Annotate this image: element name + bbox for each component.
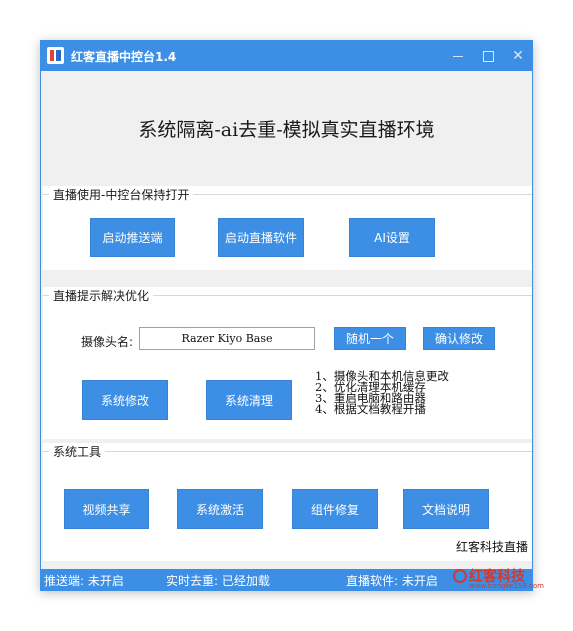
window-title: 红客直播中控台1.4 <box>71 50 177 64</box>
tools-group-title: 系统工具 <box>49 443 106 460</box>
live-group: 直播使用-中控台保持打开 启动推送端 启动直播软件 AI设置 <box>43 186 532 270</box>
dedupe-status: 实时去重: 已经加载 <box>166 574 270 588</box>
random-button[interactable]: 随机一个 <box>334 327 406 350</box>
start-pusher-button[interactable]: 启动推送端 <box>90 218 175 257</box>
tools-group: 系统工具 视频共享 系统激活 组件修复 文档说明 红客科技直播 <box>43 443 532 561</box>
watermark-logo-icon <box>453 569 467 583</box>
video-share-button[interactable]: 视频共享 <box>64 489 149 529</box>
title-bar[interactable]: 红客直播中控台1.4 ✕ <box>41 41 532 71</box>
start-live-software-button[interactable]: 启动直播软件 <box>218 218 304 257</box>
tips-group: 直播提示解决优化 摄像头名: Razer Kiyo Base 随机一个 确认修改… <box>43 287 532 439</box>
brand-label: 红客科技直播 <box>455 540 528 554</box>
maximize-button[interactable] <box>473 41 503 71</box>
docs-button[interactable]: 文档说明 <box>403 489 489 529</box>
watermark: 红客科技 www.hongke158.com <box>451 567 544 591</box>
live-software-status: 直播软件: 未开启 <box>346 574 438 588</box>
app-logo-icon <box>47 47 64 64</box>
tips-group-title: 直播提示解决优化 <box>49 287 154 304</box>
tips-list: 1、摄像头和本机信息更改 2、优化清理本机缓存 3、重启电脑和路由器 4、根据文… <box>315 370 449 416</box>
close-button[interactable]: ✕ <box>503 41 533 71</box>
group-divider <box>43 451 532 452</box>
camera-name-input[interactable]: Razer Kiyo Base <box>139 327 315 350</box>
watermark-url: www.hongke158.com <box>469 582 545 590</box>
camera-name-label: 摄像头名: <box>81 335 134 349</box>
page-title: 系统隔离-ai去重-模拟真实直播环境 <box>138 119 435 141</box>
tip-item: 4、根据文档教程开播 <box>315 402 426 416</box>
live-group-title: 直播使用-中控台保持打开 <box>49 186 194 203</box>
confirm-modify-button[interactable]: 确认修改 <box>423 327 495 350</box>
component-repair-button[interactable]: 组件修复 <box>292 489 378 529</box>
ai-settings-button[interactable]: AI设置 <box>349 218 435 257</box>
minimize-button[interactable] <box>443 41 473 71</box>
app-window: 红客直播中控台1.4 ✕ 系统隔离-ai去重-模拟真实直播环境 直播使用-中控台… <box>40 40 544 591</box>
system-modify-button[interactable]: 系统修改 <box>82 380 168 420</box>
pusher-status: 推送端: 未开启 <box>44 574 124 588</box>
system-clean-button[interactable]: 系统清理 <box>206 380 292 420</box>
system-activate-button[interactable]: 系统激活 <box>177 489 263 529</box>
